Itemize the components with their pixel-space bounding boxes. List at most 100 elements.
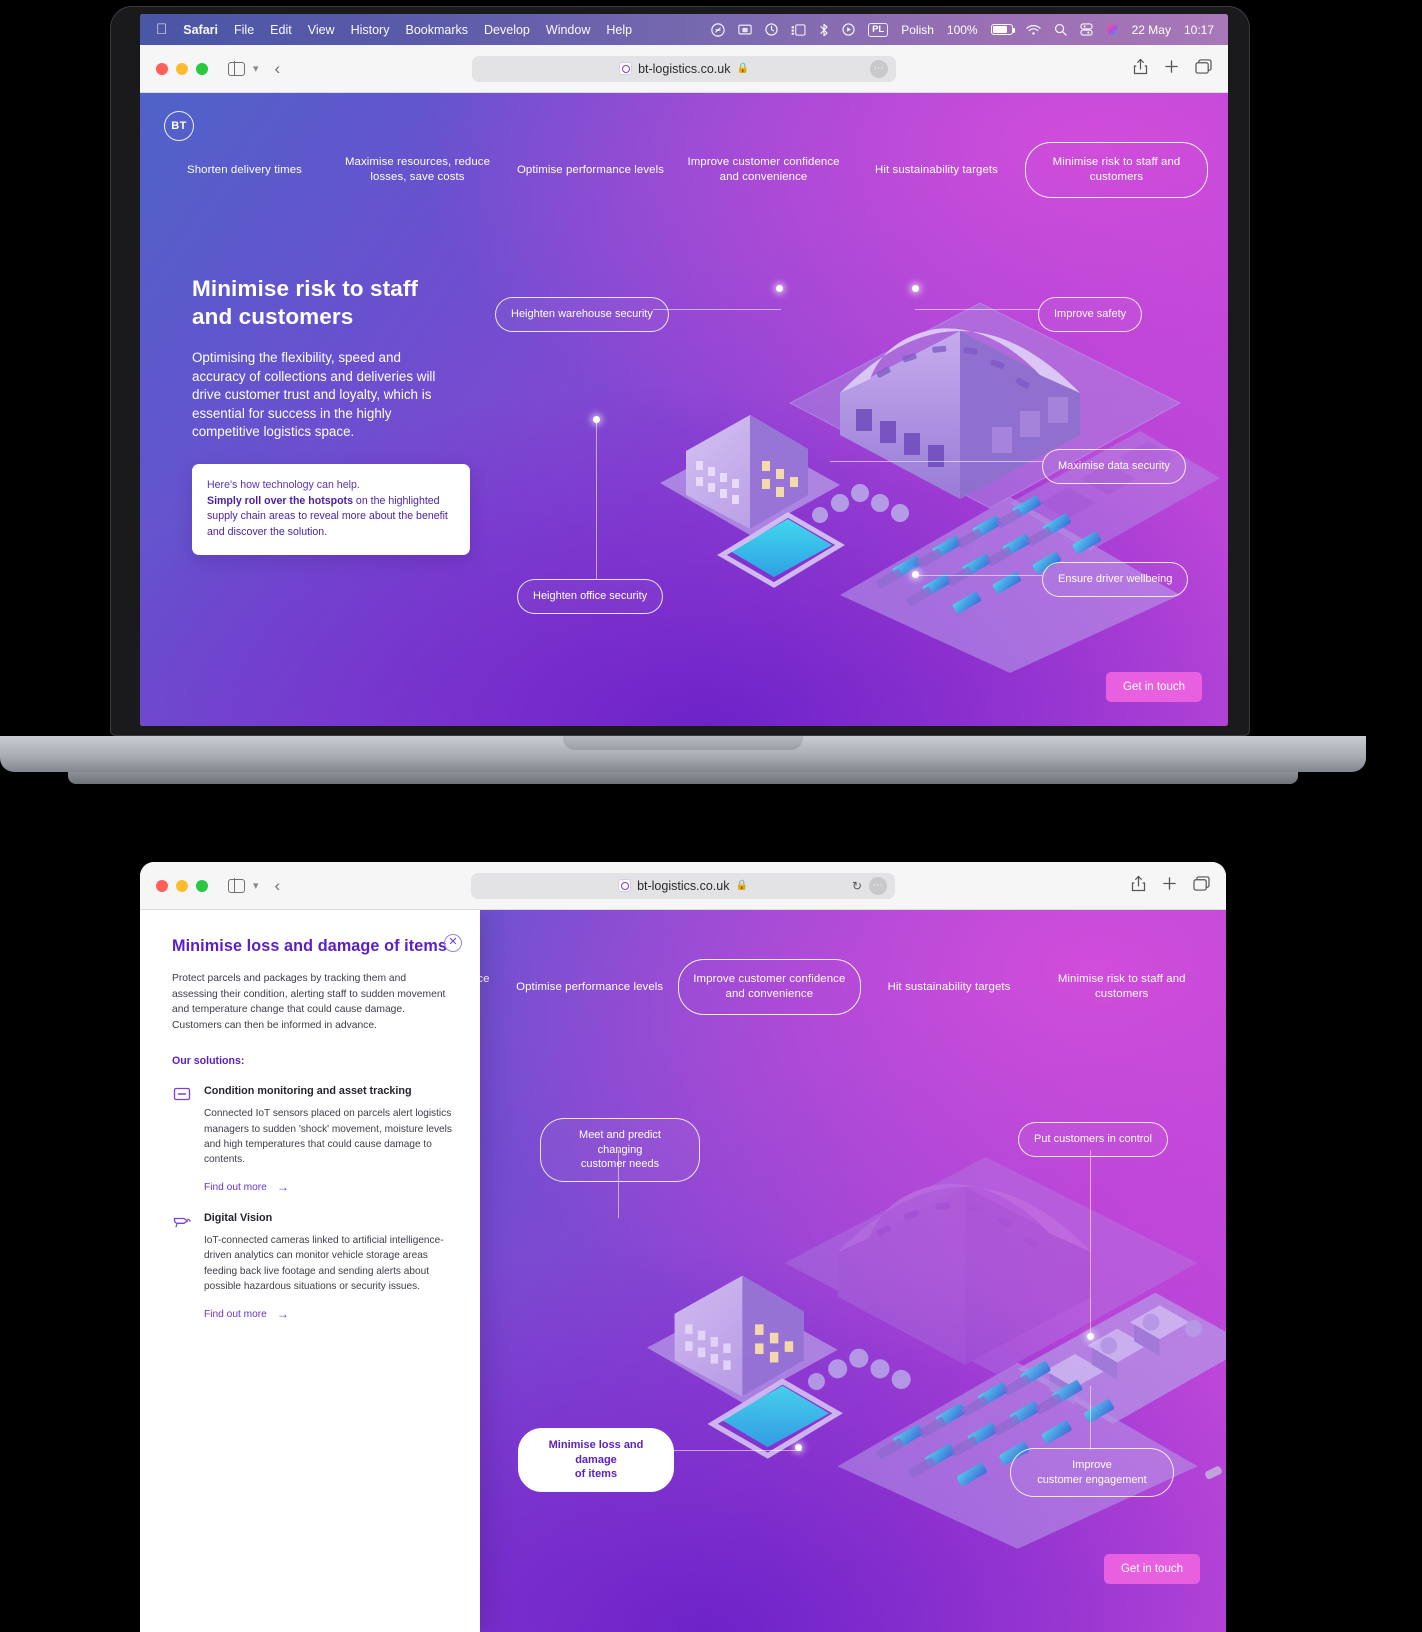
nav-item-maximise-resources[interactable]: Maximise resources, reduce losses, save … <box>331 141 504 199</box>
nav-item-minimise-risk[interactable]: Minimise risk to staff and customers <box>1025 142 1208 198</box>
hotspot-dot-minimise-loss[interactable] <box>795 1444 802 1451</box>
minimize-window-button[interactable] <box>176 879 188 892</box>
minimize-window-button[interactable] <box>176 62 188 75</box>
hotspot-minimise-loss-and-damage[interactable]: Minimise loss and damage of items <box>518 1428 674 1492</box>
get-in-touch-button-top[interactable]: Get in touch <box>1105 672 1202 702</box>
arrow-right-icon: → <box>276 1307 289 1321</box>
input-source-label[interactable]: Polish <box>901 23 934 37</box>
menu-item-bookmarks[interactable]: Bookmarks <box>405 23 468 37</box>
hotspot-dot-customers-control[interactable] <box>1087 1333 1094 1340</box>
maximize-window-button[interactable] <box>196 879 208 892</box>
nav-item-improve-customer-confidence[interactable]: Improve customer confidence and convenie… <box>677 141 850 199</box>
hero-copy-top: Minimise risk to staff and customers Opt… <box>192 275 470 556</box>
hotspot-ensure-driver-wellbeing[interactable]: Ensure driver wellbeing <box>1042 562 1189 597</box>
plus-icon[interactable] <box>1164 59 1179 79</box>
laptop-base <box>0 736 1366 772</box>
leader-line-safety <box>915 309 1039 310</box>
bt-logo[interactable]: BT <box>164 111 194 141</box>
window-traffic-lights-bottom[interactable] <box>156 879 208 892</box>
spotlight-search-icon[interactable] <box>1054 23 1067 36</box>
laptop-base-foot <box>68 772 1298 784</box>
menubar-date[interactable]: 22 May <box>1132 23 1171 37</box>
menu-item-file[interactable]: File <box>234 23 254 37</box>
input-source-badge[interactable]: PL <box>868 22 889 37</box>
nav-item-optimise-performance[interactable]: Optimise performance levels <box>503 966 676 1009</box>
battery-charging-icon[interactable] <box>990 24 1016 35</box>
solution-title: Condition monitoring and asset tracking <box>204 1085 412 1098</box>
find-out-more-link-1[interactable]: Find out more → <box>204 1180 454 1194</box>
menu-item-safari[interactable]: Safari <box>183 23 218 37</box>
show-tabs-icon[interactable] <box>1195 58 1212 79</box>
close-window-button[interactable] <box>156 879 168 892</box>
menu-item-develop[interactable]: Develop <box>484 23 530 37</box>
wifi-icon[interactable] <box>1025 24 1041 36</box>
hotspot-dot-safety[interactable] <box>912 285 919 292</box>
nav-item-optimise-performance[interactable]: Optimise performance levels <box>504 149 677 192</box>
close-icon[interactable]: ✕ <box>444 934 462 952</box>
solution-item-condition-monitoring: Condition monitoring and asset tracking … <box>172 1084 454 1194</box>
hotspot-put-customers-in-control[interactable]: Put customers in control <box>1018 1122 1168 1157</box>
nav-item-hit-sustainability-targets[interactable]: Hit sustainability targets <box>863 966 1036 1009</box>
menubar-time[interactable]: 10:17 <box>1184 23 1214 37</box>
apple-icon[interactable]:  <box>156 22 167 37</box>
hero-title-line-2: and customers <box>192 304 354 329</box>
menu-item-help[interactable]: Help <box>606 23 632 37</box>
leader-line-warehouse <box>653 309 781 310</box>
close-window-button[interactable] <box>156 62 168 75</box>
stage-manager-icon[interactable] <box>791 23 806 36</box>
more-dots-icon[interactable]: ⋯ <box>869 876 887 895</box>
control-center-icon[interactable] <box>1079 23 1093 36</box>
leader-line-customers-control <box>1090 1150 1091 1336</box>
back-arrow-icon[interactable]: ‹ <box>275 59 281 79</box>
menu-item-history[interactable]: History <box>351 23 390 37</box>
tip-line-1: Here's how technology can help. <box>207 478 360 491</box>
now-playing-icon[interactable] <box>842 23 855 36</box>
leader-line-customer-engagement <box>1090 1386 1091 1450</box>
battery-percent[interactable]: 100% <box>947 23 978 37</box>
time-machine-icon[interactable] <box>765 23 778 36</box>
menu-item-window[interactable]: Window <box>546 23 590 37</box>
share-icon[interactable] <box>1131 875 1146 897</box>
hotspot-dot-warehouse[interactable] <box>776 285 783 292</box>
nav-item-hit-sustainability-targets[interactable]: Hit sustainability targets <box>850 149 1023 192</box>
nav-item-minimise-risk[interactable]: Minimise risk to staff and customers <box>1035 958 1208 1016</box>
hotspot-maximise-data-security[interactable]: Maximise data security <box>1042 449 1186 484</box>
screen-mirroring-icon[interactable] <box>738 24 752 36</box>
maximize-window-button[interactable] <box>196 62 208 75</box>
hotspot-heighten-office-security[interactable]: Heighten office security <box>517 579 664 614</box>
find-out-more-link-2[interactable]: Find out more → <box>204 1307 454 1321</box>
show-tabs-icon[interactable] <box>1193 875 1210 896</box>
nav-item-shorten-delivery-times[interactable]: Shorten delivery times <box>158 149 331 192</box>
window-traffic-lights[interactable] <box>156 62 208 75</box>
menu-item-view[interactable]: View <box>308 23 335 37</box>
plus-icon[interactable] <box>1162 876 1177 896</box>
chevron-down-icon[interactable]: ▾ <box>253 62 259 75</box>
find-out-more-label: Find out more <box>204 1181 267 1193</box>
hotspot-improve-customer-engagement[interactable]: Improve customer engagement <box>1010 1448 1174 1497</box>
bluetooth-icon[interactable] <box>819 23 829 37</box>
share-icon[interactable] <box>1133 58 1148 80</box>
more-dots-icon[interactable]: ⋯ <box>870 59 888 78</box>
address-bar[interactable]: bt-logistics.co.uk 🔒 ⋯ <box>472 55 896 82</box>
sidebar-toggle-icon[interactable] <box>228 61 245 76</box>
hotspot-meet-predict-customer-needs[interactable]: Meet and predict changing customer needs <box>540 1118 700 1182</box>
shazam-icon[interactable] <box>711 22 725 37</box>
chevron-down-icon[interactable]: ▾ <box>253 879 259 892</box>
tip-card: Here's how technology can help. Simply r… <box>192 463 470 556</box>
hotspot-dot-office[interactable] <box>593 416 600 423</box>
reload-icon[interactable]: ↻ <box>852 879 862 893</box>
nav-item-improve-customer-confidence[interactable]: Improve customer confidence and convenie… <box>678 959 861 1015</box>
hero-title-line-1: Minimise risk to staff <box>192 276 419 301</box>
hotspot-improve-safety[interactable]: Improve safety <box>1038 297 1143 332</box>
site-favicon-icon <box>619 62 633 75</box>
address-bar[interactable]: bt-logistics.co.uk 🔒 ↻ ⋯ <box>471 872 895 899</box>
back-arrow-icon[interactable]: ‹ <box>275 876 281 896</box>
hotspot-heighten-warehouse-security[interactable]: Heighten warehouse security <box>495 297 669 332</box>
menu-item-edit[interactable]: Edit <box>270 23 292 37</box>
siri-icon[interactable] <box>1106 23 1119 36</box>
sidebar-toggle-icon[interactable] <box>228 878 245 893</box>
screen-bottom: ▾ ‹ bt-logistics.co.uk 🔒 ↻ ⋯ Optimise pe… <box>140 862 1226 1632</box>
hotspot-label-line-2: customer needs <box>580 1158 660 1170</box>
get-in-touch-button-bottom[interactable]: Get in touch <box>1103 1554 1200 1584</box>
hotspot-dot-driver[interactable] <box>912 571 919 578</box>
